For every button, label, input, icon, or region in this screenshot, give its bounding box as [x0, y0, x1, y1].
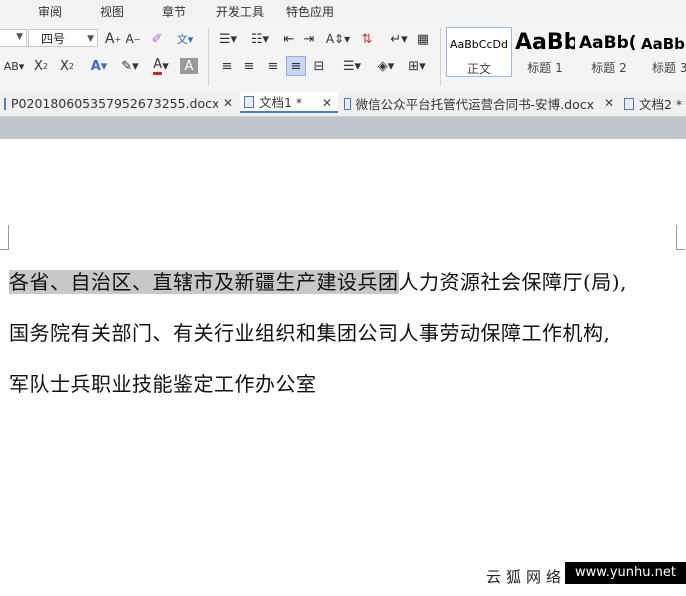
style-sample-text: AaBb( [579, 33, 637, 53]
menu-review[interactable]: 审阅 [38, 3, 62, 20]
paragraph-line-2[interactable]: 国务院有关部门、有关行业组织和集团公司人事劳动保障工作机构, [9, 317, 610, 346]
text-effect-icon[interactable]: A▾ [86, 56, 112, 76]
style-name-label: 标题 3 [652, 61, 686, 75]
distributed-icon[interactable]: ⊟ [310, 56, 328, 76]
document-icon [624, 97, 634, 110]
document-icon [4, 97, 6, 110]
chevron-down-icon: ▼ [16, 32, 23, 42]
style-heading-3[interactable]: AaBb 标题 3 [638, 27, 686, 77]
shading-icon[interactable]: ◈▾ [372, 56, 400, 76]
paragraph-line-1[interactable]: 各省、自治区、直辖市及新疆生产建设兵团人力资源社会保障厅(局), [9, 266, 627, 295]
text-direction-icon[interactable]: A⇕▾ [324, 29, 352, 49]
font-size-select[interactable]: 四号 ▼ [28, 29, 98, 47]
divider [440, 28, 441, 86]
superscript-icon[interactable]: X2 [32, 56, 50, 76]
document-icon [344, 97, 351, 110]
align-center-icon[interactable]: ≡ [240, 56, 258, 76]
style-normal[interactable]: AaBbCcDd 正文 [446, 27, 512, 77]
show-marks-icon[interactable]: ↵▾ [386, 29, 412, 49]
justify-icon[interactable]: ≡ [286, 56, 306, 76]
line-spacing-icon[interactable]: ☰▾ [338, 56, 366, 76]
style-name-label: 正文 [466, 62, 491, 76]
font-color-icon[interactable]: A ▾ [148, 56, 174, 76]
tab-wechat-contract-docx[interactable]: 微信公众平台托管代运营合同书-安博.docx [344, 92, 594, 115]
decrease-indent-icon[interactable]: ⇤ [280, 29, 298, 49]
close-icon[interactable]: ✕ [604, 96, 614, 110]
style-name-label: 标题 2 [591, 61, 627, 75]
tab-label: 微信公众平台托管代运营合同书-安博.docx [355, 97, 594, 112]
phonetic-guide-icon[interactable]: 文▾ [172, 29, 198, 49]
style-sample-text: AaBb [641, 35, 685, 53]
sort-icon[interactable]: ⇅ [358, 29, 376, 49]
char-shading-icon[interactable]: A [180, 58, 198, 74]
borders-icon[interactable]: ⊞▾ [404, 56, 430, 76]
margin-corner-mark [676, 225, 685, 250]
style-name-label: 标题 1 [527, 61, 563, 75]
tab-label: 文档1 * [259, 95, 303, 110]
font-name-select[interactable]: ▼ [0, 29, 27, 47]
close-icon[interactable]: ✕ [322, 96, 332, 110]
increase-indent-icon[interactable]: ⇥ [300, 29, 318, 49]
style-heading-1[interactable]: AaBb 标题 1 [512, 27, 578, 77]
style-sample-text: AaBbCcDd [450, 38, 508, 51]
menu-special-apps[interactable]: 特色应用 [286, 3, 334, 20]
numbering-icon[interactable]: ☷▾ [246, 29, 274, 49]
menu-section[interactable]: 章节 [162, 3, 186, 20]
table-borders-icon[interactable]: ▦ [414, 29, 432, 49]
tab-document-2[interactable]: 文档2 * [624, 92, 686, 115]
chevron-down-icon: ▼ [87, 34, 94, 44]
menu-developer-tools[interactable]: 开发工具 [216, 3, 264, 20]
watermark-text: 云狐网络 [486, 568, 567, 586]
bullets-icon[interactable]: ☰▾ [214, 29, 242, 49]
align-left-icon[interactable]: ≡ [218, 56, 236, 76]
document-tab-bar: P020180605357952673255.docx ✕ 文档1 * ✕ 微信… [0, 92, 686, 117]
paragraph-line-3[interactable]: 军队士兵职业技能鉴定工作办公室 [9, 368, 317, 397]
text-run: 人力资源社会保障厅(局), [398, 270, 627, 294]
style-sample-text: AaBb [515, 30, 575, 55]
align-right-icon[interactable]: ≡ [264, 56, 282, 76]
tab-label: P020180605357952673255.docx [11, 96, 218, 111]
watermark-url: www.yunhu.net [565, 562, 686, 584]
ribbon: 审阅 视图 章节 开发工具 特色应用 ▼ 四号 ▼ A + A − ✐ 文▾ ☰▾ … [0, 0, 686, 93]
tab-label: 文档2 * [639, 97, 683, 112]
menu-bar: 审阅 视图 章节 开发工具 特色应用 [0, 0, 686, 22]
shrink-font-icon[interactable]: A − [124, 29, 142, 49]
document-page[interactable]: 各省、自治区、直辖市及新疆生产建设兵团人力资源社会保障厅(局), 国务院有关部门… [0, 139, 686, 596]
grow-font-icon[interactable]: A + [104, 29, 122, 49]
workspace-background [0, 117, 686, 139]
close-icon[interactable]: ✕ [223, 96, 233, 110]
selected-text[interactable]: 各省、自治区、直辖市及新疆生产建设兵团 [9, 270, 399, 294]
style-heading-2[interactable]: AaBb( 标题 2 [576, 27, 642, 77]
font-size-value: 四号 [41, 32, 66, 46]
divider [208, 28, 209, 86]
subscript-icon[interactable]: X2 [58, 56, 76, 76]
margin-corner-mark [0, 225, 9, 250]
clear-format-icon[interactable]: ✐ [148, 29, 166, 49]
menu-view[interactable]: 视图 [100, 3, 124, 20]
tab-document-pdf-docx[interactable]: P020180605357952673255.docx [4, 92, 218, 115]
document-icon [244, 95, 254, 108]
strikethrough-icon[interactable]: AB▾ [0, 56, 28, 76]
highlight-icon[interactable]: ✎▾ [116, 56, 144, 76]
